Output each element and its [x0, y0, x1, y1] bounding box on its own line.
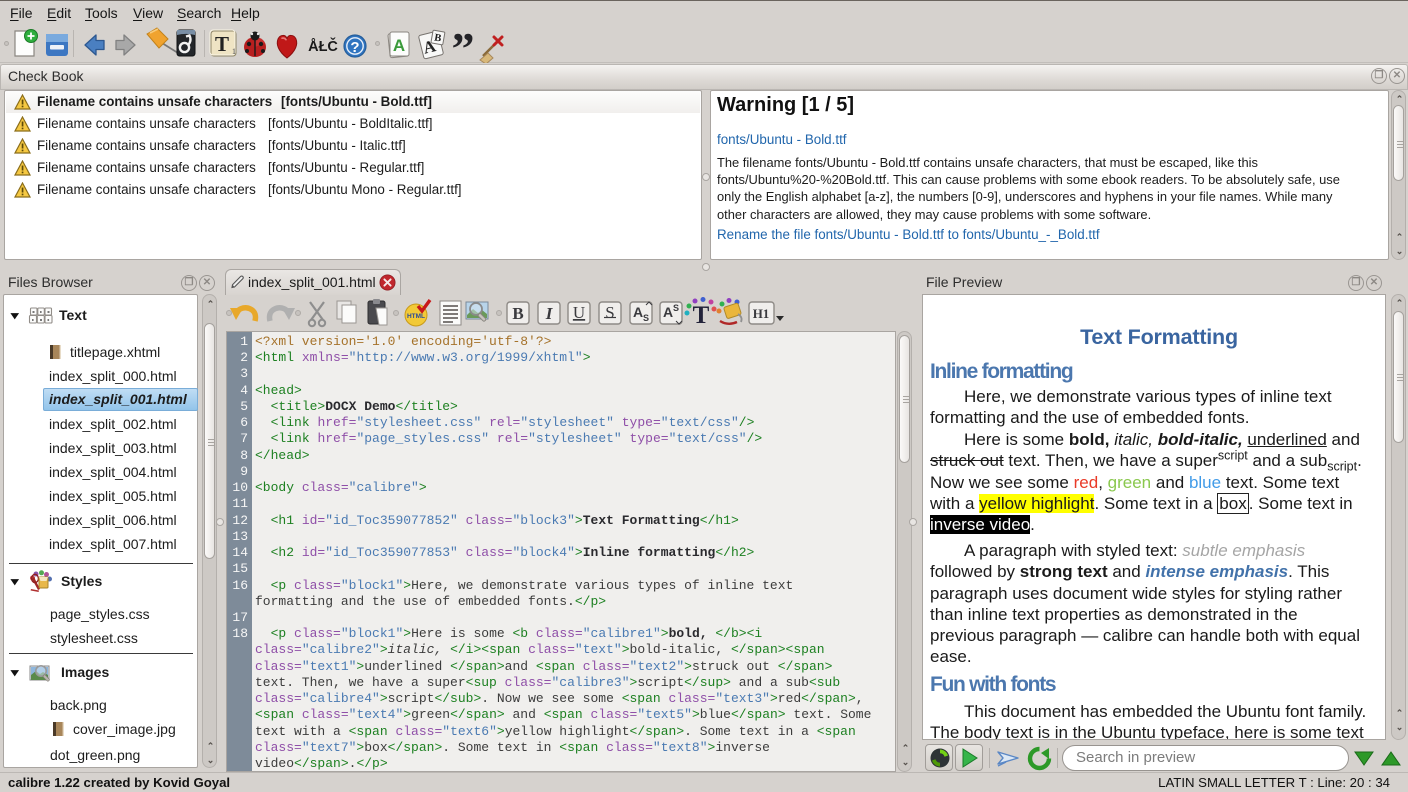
svg-text:S: S: [605, 303, 614, 322]
svg-text:U: U: [573, 303, 585, 322]
svg-text:S: S: [643, 313, 649, 323]
svg-text:”: ”: [452, 24, 475, 63]
svg-text:S: S: [673, 303, 679, 313]
svg-text:?: ?: [350, 39, 359, 56]
svg-text:ÅŁČ: ÅŁČ: [308, 37, 338, 55]
svg-text:T: T: [215, 32, 229, 56]
svg-text:H1: H1: [753, 306, 770, 321]
svg-text:A: A: [633, 304, 643, 320]
svg-text:HTML: HTML: [407, 313, 425, 320]
svg-text:1: 1: [232, 47, 236, 56]
svg-text:B: B: [512, 304, 523, 323]
svg-text:T: T: [693, 302, 710, 329]
svg-text:A: A: [663, 304, 673, 320]
svg-text:A: A: [393, 36, 405, 55]
